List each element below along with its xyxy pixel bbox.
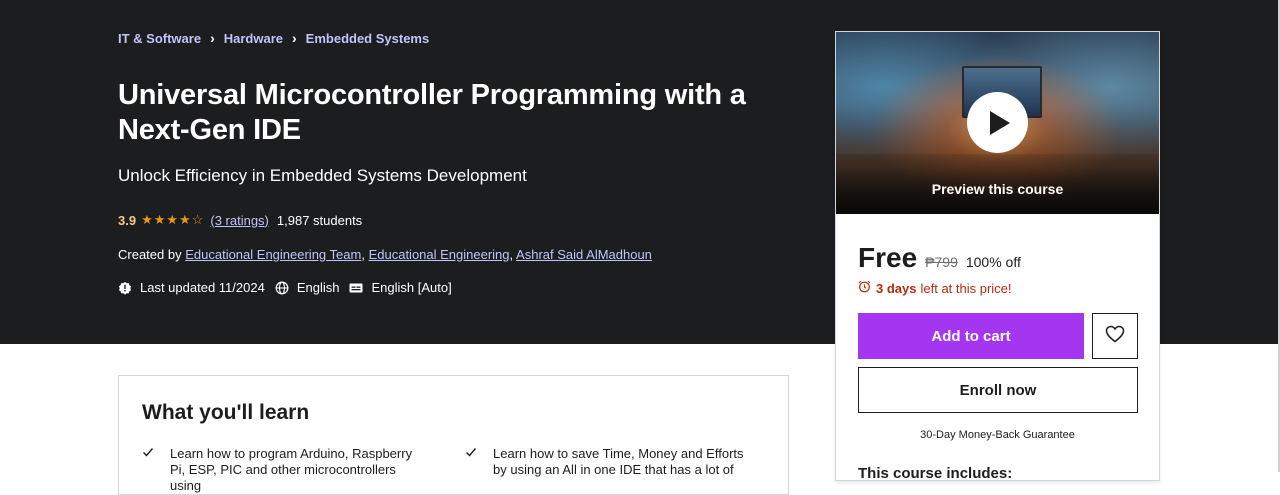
money-back-guarantee: 30-Day Money-Back Guarantee <box>920 429 1075 441</box>
chevron-right-icon: › <box>292 30 297 46</box>
chevron-right-icon: › <box>210 30 215 46</box>
learn-item-text: Learn how to save Time, Money and Effort… <box>493 446 744 477</box>
add-to-cart-button[interactable]: Add to cart <box>858 313 1084 359</box>
author-link-1[interactable]: Educational Engineering Team <box>185 247 361 262</box>
price-row: Free ₱799 100% off <box>858 242 1021 274</box>
course-preview[interactable]: Preview this course <box>836 32 1159 214</box>
course-includes-title: This course includes: <box>858 465 1013 482</box>
purchase-card: Preview this course Free ₱799 100% off 3… <box>835 31 1160 482</box>
author-link-2[interactable]: Educational Engineering <box>369 247 510 262</box>
current-price: Free <box>858 242 918 273</box>
alarm-clock-icon <box>858 280 871 296</box>
heart-icon <box>1105 325 1125 348</box>
rating-row: 3.9 ★★★★☆ (3 ratings) 1,987 students <box>118 212 362 228</box>
discount-timer: 3 days left at this price! <box>858 280 1012 296</box>
timer-days: 3 days <box>876 280 917 296</box>
captions-icon <box>349 281 363 295</box>
created-by-row: Created by Educational Engineering Team,… <box>118 247 652 262</box>
author-separator: , <box>509 247 514 262</box>
rating-value: 3.9 <box>118 212 137 228</box>
enroll-now-button[interactable]: Enroll now <box>858 367 1138 413</box>
breadcrumb-it-software[interactable]: IT & Software <box>118 31 201 46</box>
star-rating-icon: ★★★★☆ <box>141 212 205 227</box>
course-meta-row: Last updated 11/2024 English English [Au… <box>118 280 462 295</box>
students-count: 1,987 students <box>276 212 363 228</box>
author-separator: , <box>361 247 365 262</box>
learn-item: Learn how to program Arduino, Raspberry … <box>142 446 422 494</box>
timer-suffix: left at this price! <box>920 280 1012 296</box>
last-updated: Last updated 11/2024 <box>140 280 265 295</box>
page-title: Universal Microcontroller Programming wi… <box>118 79 746 146</box>
course-captions: English [Auto] <box>371 280 452 295</box>
wishlist-button[interactable] <box>1092 313 1138 359</box>
globe-icon <box>275 281 289 295</box>
breadcrumb-hardware[interactable]: Hardware <box>224 31 283 46</box>
learn-item-text: Learn how to program Arduino, Raspberry … <box>170 446 413 493</box>
breadcrumb: IT & Software › Hardware › Embedded Syst… <box>118 30 429 46</box>
what-you-learn-box: What you'll learn Learn how to program A… <box>118 375 789 495</box>
created-by-label: Created by <box>118 247 182 262</box>
ratings-count-link[interactable]: (3 ratings) <box>210 213 269 228</box>
what-you-learn-title: What you'll learn <box>142 401 310 424</box>
course-language: English <box>296 280 340 295</box>
checkmark-icon <box>465 446 477 478</box>
learn-item: Learn how to save Time, Money and Effort… <box>465 446 745 478</box>
checkmark-icon <box>142 446 154 494</box>
course-subtitle: Unlock Efficiency in Embedded Systems De… <box>118 166 527 185</box>
play-icon[interactable] <box>967 92 1028 153</box>
alert-badge-icon <box>118 281 132 295</box>
preview-course-label[interactable]: Preview this course <box>836 181 1159 197</box>
author-link-3[interactable]: Ashraf Said AlMadhoun <box>516 247 652 262</box>
breadcrumb-embedded-systems[interactable]: Embedded Systems <box>306 31 430 46</box>
original-price: ₱799 <box>925 254 958 270</box>
discount-percent: 100% off <box>965 254 1021 270</box>
